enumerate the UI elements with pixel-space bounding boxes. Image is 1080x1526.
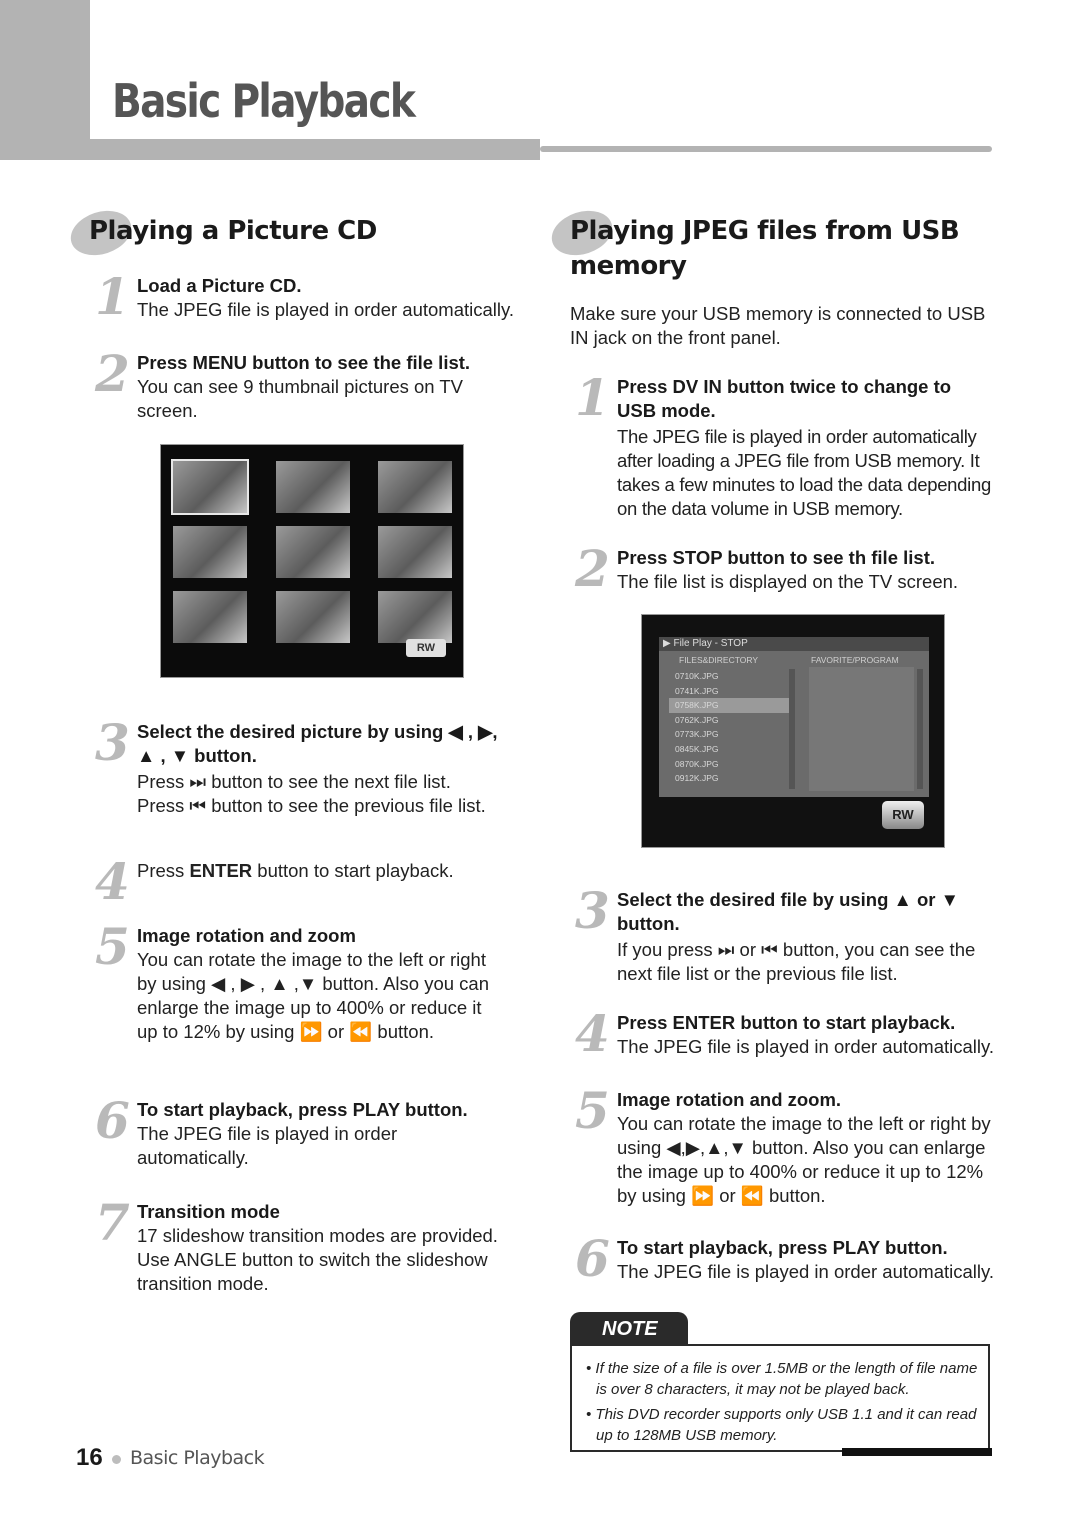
step-text-bold: ENTER [189,860,253,881]
header-rule [540,146,992,152]
file-list-item[interactable]: 0741K.JPG [669,684,789,699]
thumbnail-3 [378,461,452,513]
step-text: You can rotate the image to the left or … [617,1113,991,1206]
left-step-6: 6 To start playback, press PLAY button. … [95,1096,468,1170]
step-text: You can rotate the image to the left or … [137,949,489,1042]
step-text: The JPEG file is played in order automat… [617,1036,995,1057]
left-step-5: 5 Image rotation and zoom You can rotate… [95,922,507,1044]
section-heading-picture-cd: Playing a Picture CD [89,216,377,246]
step-number: 5 [95,917,130,976]
files-directory-header: FILES&DIRECTORY [679,655,759,665]
file-list-item[interactable]: 0870K.JPG [669,757,789,772]
file-list-item-selected[interactable]: 0758K.JPG [669,698,789,713]
file-list-item[interactable]: 0710K.JPG [669,669,789,684]
step-title: Select the desired file by using ▲ or ▼ … [617,889,959,934]
step-text-post: button to start playback. [252,860,454,881]
favorite-program-panel [809,667,914,791]
step-number: 6 [95,1091,130,1150]
thumbnail-6 [378,526,452,578]
note-item: • If the size of a file is over 1.5MB or… [586,1360,978,1398]
step-number: 1 [575,368,610,427]
step-text: Press ENTER button to start playback. [137,859,537,883]
thumbnail-2 [276,461,350,513]
thumbnail-9 [378,591,452,643]
step-title: Select the desired picture by using ◀ , … [137,721,498,766]
step-number: 6 [575,1229,610,1288]
step-text-pre: Press [137,860,190,881]
left-step-2: 2 Press MENU button to see the file list… [95,349,477,423]
left-step-3: 3 Select the desired picture by using ◀ … [95,718,517,818]
step-text: You can see 9 thumbnail pictures on TV s… [137,376,464,421]
step-number: 4 [95,852,130,911]
step-number: 4 [575,1004,610,1063]
right-step-6: 6 To start playback, press PLAY button. … [575,1234,997,1284]
step-title: To start playback, press PLAY button. [137,1099,468,1120]
file-play-window: ▶ File Play - STOP FILES&DIRECTORY FAVOR… [659,637,929,797]
right-step-2: 2 Press STOP button to see th file list.… [575,544,1017,594]
thumbnail-1 [171,459,249,515]
file-list-item[interactable]: 0773K.JPG [669,727,789,742]
step-number: 2 [95,344,130,403]
step-text: Press ⏮ button to see the previous file … [137,795,486,816]
step-text: Press ⏭ button to see the next file list… [137,771,451,792]
footer-bullet-dot [112,1455,121,1464]
step-title: Press MENU button to see the file list. [137,352,471,373]
step-title: Transition mode [137,1201,280,1222]
step-number: 3 [95,713,130,772]
step-title: Press STOP button to see th file list. [617,547,935,568]
step-title: Image rotation and zoom. [617,1089,842,1110]
file-list-tv-screen: ▶ File Play - STOP FILES&DIRECTORY FAVOR… [641,614,945,848]
file-list-item[interactable]: 0845K.JPG [669,742,789,757]
step-text: 17 slideshow transition modes are provid… [137,1225,498,1294]
thumbnail-5 [276,526,350,578]
step-number: 7 [95,1193,130,1252]
left-step-4: 4 Press ENTER button to start playback. [95,857,537,907]
step-number: 3 [575,881,610,940]
step-text: The file list is displayed on the TV scr… [617,571,959,592]
rw-disc-badge: RW [882,801,924,829]
step-title: Press DV IN button twice to change to US… [617,376,952,421]
thumbnail-7 [173,591,247,643]
file-list-scrollbar[interactable] [789,669,795,789]
step-title: Load a Picture CD. [137,275,302,296]
file-play-title: ▶ File Play - STOP [659,637,929,651]
section-heading-usb: Playing JPEG files from USB memory [570,216,960,281]
right-step-1: 1 Press DV IN button twice to change to … [575,373,997,521]
note-label: NOTE [570,1312,688,1346]
step-number: 5 [575,1081,610,1140]
header-gray-block [0,0,90,160]
favorite-scrollbar[interactable] [917,669,923,789]
left-step-7: 7 Transition mode 17 slideshow transitio… [95,1198,512,1296]
right-step-5: 5 Image rotation and zoom. You can rotat… [575,1086,995,1208]
note-box-footer-bar [842,1448,992,1456]
step-text: The JPEG file is played in order automat… [137,1123,398,1168]
favorite-program-header: FAVORITE/PROGRAM [811,655,899,665]
header-gray-bar [90,139,540,160]
note-item: • This DVD recorder supports only USB 1.… [586,1406,977,1444]
file-list-item[interactable]: 0762K.JPG [669,713,789,728]
thumbnail-tv-screen: RW [160,444,464,678]
thumbnail-8 [276,591,350,643]
thumbnail-4 [173,526,247,578]
step-number: 1 [95,267,130,326]
step-title: Press ENTER button to start playback. [617,1012,956,1033]
right-step-3: 3 Select the desired file by using ▲ or … [575,886,987,986]
right-step-4: 4 Press ENTER button to start playback. … [575,1009,997,1059]
file-list: 0710K.JPG 0741K.JPG 0758K.JPG 0762K.JPG … [669,669,789,786]
page-number: 16 [76,1444,103,1471]
file-list-item[interactable]: 0912K.JPG [669,771,789,786]
step-text: The JPEG file is played in order automat… [617,426,991,519]
page-title: Basic Playback [112,74,416,128]
footer-section-label: Basic Playback [130,1447,265,1469]
step-number: 2 [575,539,610,598]
step-title: Image rotation and zoom [137,925,356,946]
rw-disc-badge: RW [406,639,446,657]
step-text: If you press ⏭ or ⏮ button, you can see … [617,939,976,984]
step-text: The JPEG file is played in order automat… [617,1261,995,1282]
step-text: The JPEG file is played in order automat… [137,299,515,320]
left-step-1: 1 Load a Picture CD. The JPEG file is pl… [95,272,537,322]
step-title: To start playback, press PLAY button. [617,1237,948,1258]
usb-intro-text: Make sure your USB memory is connected t… [570,303,986,348]
note-box: • If the size of a file is over 1.5MB or… [570,1344,990,1452]
